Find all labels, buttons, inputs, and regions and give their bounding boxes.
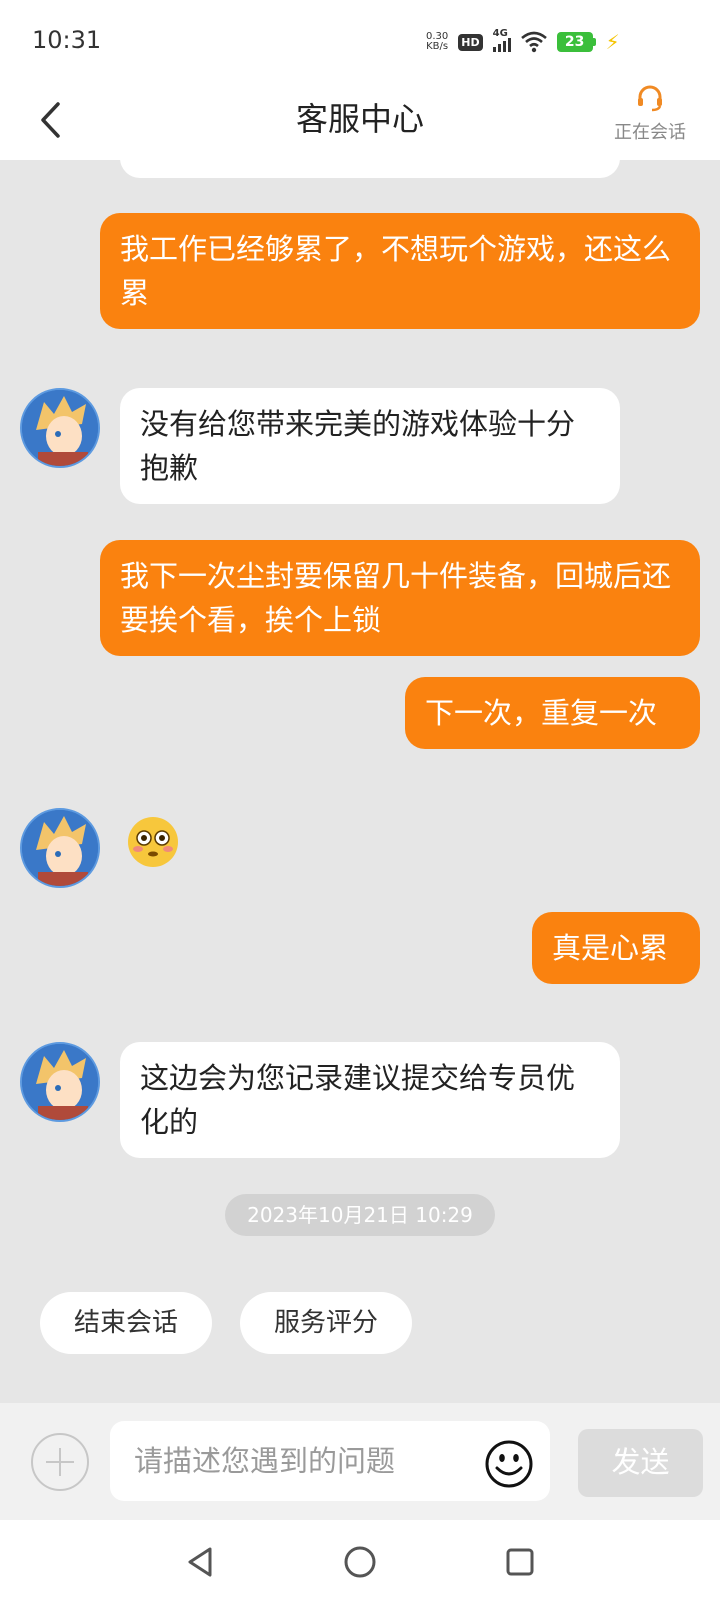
- avatar: [20, 808, 100, 888]
- network-speed: 0.30 KB/s: [426, 32, 448, 52]
- send-button[interactable]: 发送: [578, 1429, 703, 1497]
- signal-icon: 4G: [492, 28, 511, 52]
- chat-messages: 我工作已经够累了，不想玩个游戏，还这么累 没有给您带来完美的游戏体验十分抱歉 我…: [0, 160, 720, 1403]
- session-status[interactable]: 正在会话: [600, 84, 700, 144]
- nav-recents-button[interactable]: [498, 1540, 542, 1584]
- rate-service-button[interactable]: 服务评分: [240, 1292, 412, 1354]
- network-speed-unit: KB/s: [426, 41, 449, 52]
- message-timestamp: 2023年10月21日 10:29: [225, 1194, 495, 1236]
- message-bubble-agent: 这边会为您记录建议提交给专员优化的: [120, 1042, 620, 1158]
- message-bubble-user: 我下一次尘封要保留几十件装备，回城后还要挨个看，挨个上锁: [100, 540, 700, 656]
- square-recents-icon: [506, 1548, 534, 1576]
- emoji-picker-icon[interactable]: [484, 1439, 534, 1489]
- battery-icon: 23: [556, 32, 596, 52]
- status-bar: 10:31 0.30 KB/s HD 4G 23 ⚡: [0, 0, 720, 82]
- header-bar: 客服中心 正在会话: [0, 82, 720, 160]
- add-attachment-button[interactable]: [31, 1433, 89, 1491]
- message-bubble-partial: [120, 160, 620, 178]
- session-status-label: 正在会话: [614, 122, 686, 143]
- status-icons: 0.30 KB/s HD 4G 23 ⚡: [426, 28, 620, 56]
- nav-home-button[interactable]: [338, 1540, 382, 1584]
- message-bubble-agent: 没有给您带来完美的游戏体验十分抱歉: [120, 388, 620, 504]
- status-time: 10:31: [32, 26, 102, 54]
- nav-back-button[interactable]: [178, 1540, 222, 1584]
- avatar: [20, 1042, 100, 1122]
- message-bubble-user: 真是心累: [532, 912, 700, 984]
- battery-level: 23: [556, 32, 593, 52]
- input-bar: 发送: [0, 1403, 720, 1520]
- triangle-back-icon: [188, 1547, 212, 1577]
- signal-label: 4G: [492, 28, 508, 39]
- headset-icon: [638, 85, 662, 112]
- message-bubble-user: 我工作已经够累了，不想玩个游戏，还这么累: [100, 213, 700, 329]
- circle-home-icon: [344, 1546, 376, 1578]
- charging-icon: ⚡: [605, 30, 620, 54]
- hd-icon: HD: [458, 33, 483, 51]
- flushed-face-emoji: [128, 817, 178, 867]
- system-nav-bar: [0, 1520, 720, 1605]
- end-session-button[interactable]: 结束会话: [40, 1292, 212, 1354]
- avatar: [20, 388, 100, 468]
- message-bubble-user: 下一次，重复一次: [405, 677, 700, 749]
- wifi-icon: [520, 31, 547, 53]
